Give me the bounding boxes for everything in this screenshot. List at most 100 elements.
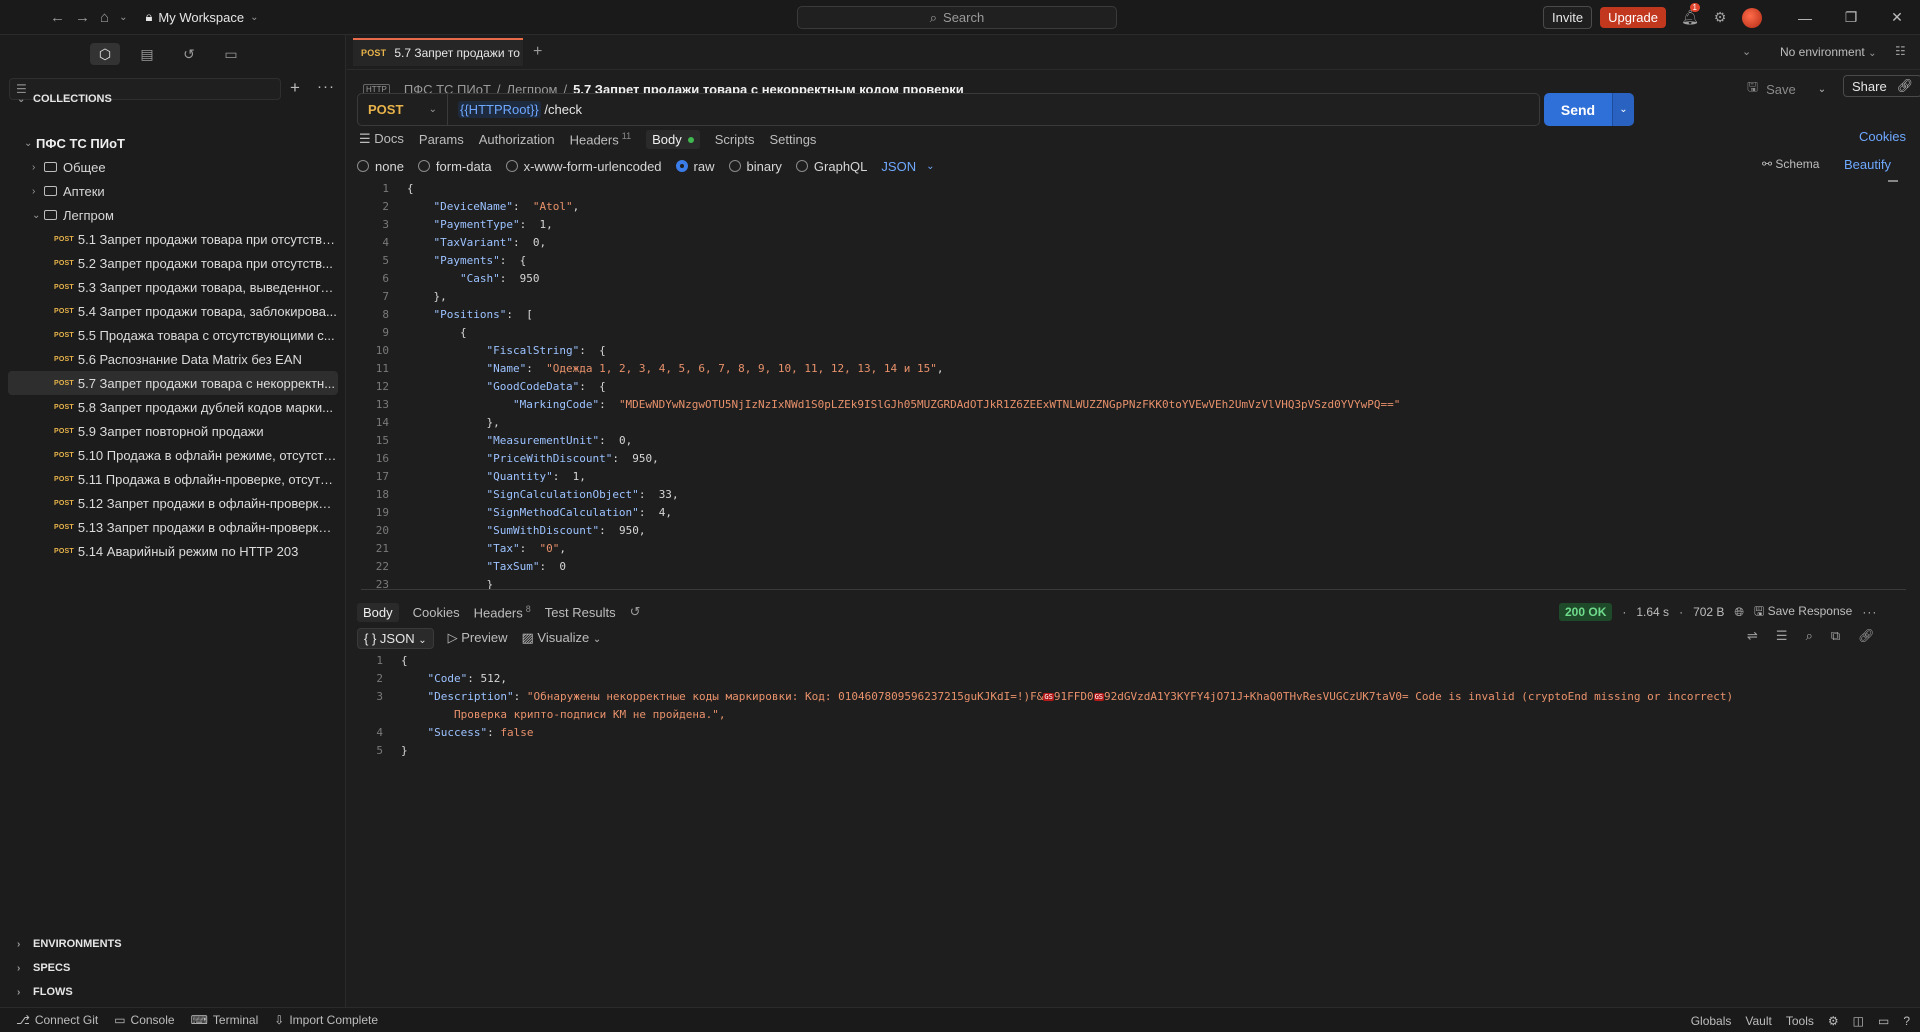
request-item-5-7[interactable]: POST 5.7 Запрет продажи товара с некоррек… xyxy=(8,371,338,395)
gear-icon[interactable]: ⚙ xyxy=(1708,9,1732,26)
environment-quick-look-icon[interactable]: ☷ xyxy=(1895,44,1906,58)
close-icon[interactable]: ✕ xyxy=(1874,9,1920,26)
add-collection-icon[interactable]: + xyxy=(290,78,300,98)
request-item-5-8[interactable]: POST 5.8 Запрет продажи дублей кодов марк… xyxy=(0,395,346,419)
visualize-button[interactable]: ▨ Visualize ⌄ xyxy=(521,630,601,646)
history-tab-icon[interactable]: ↺ xyxy=(174,43,204,65)
request-item-5-14[interactable]: POST 5.14 Аварийный режим по HTTP 203 xyxy=(0,539,346,563)
send-button[interactable]: Send xyxy=(1544,93,1612,126)
radio-urlencoded[interactable]: x-www-form-urlencoded xyxy=(505,159,662,174)
chevron-down-icon[interactable]: ⌄ xyxy=(1818,84,1826,95)
folder-item-apteki[interactable]: › Аптеки xyxy=(0,179,346,203)
vault-button[interactable]: Vault xyxy=(1745,1014,1771,1028)
share-button[interactable]: Share 🔗︎ xyxy=(1843,75,1920,97)
global-search[interactable]: ⌕ Search xyxy=(797,6,1117,29)
response-tab-body[interactable]: Body xyxy=(357,602,399,622)
tab-params[interactable]: Params xyxy=(419,132,464,147)
beautify-button[interactable]: Beautify xyxy=(1844,157,1891,172)
radio-graphql[interactable]: GraphQL xyxy=(795,159,867,174)
link-icon[interactable]: 🔗︎ xyxy=(1858,628,1875,644)
request-item-5-2[interactable]: POST 5.2 Запрет продажи товара при отсутс… xyxy=(0,251,346,275)
chevron-down-icon[interactable]: ⌄ xyxy=(1612,93,1634,126)
editor-scrollbar[interactable] xyxy=(1888,180,1898,182)
request-item-5-13[interactable]: POST 5.13 Запрет продажи в офлайн-проверк… xyxy=(0,515,346,539)
request-item-5-10[interactable]: POST 5.10 Продажа в офлайн режиме, отсутс… xyxy=(0,443,346,467)
request-item-5-11[interactable]: POST 5.11 Продажа в офлайн-проверке, отсу… xyxy=(0,467,346,491)
response-body-viewer[interactable]: 1{ 2 "Code": 512, 3 "Description": "Обна… xyxy=(355,652,1910,852)
response-format-select[interactable]: { } JSON ⌄ xyxy=(357,627,434,649)
tab-settings[interactable]: Settings xyxy=(769,132,816,147)
radio-form-data[interactable]: form-data xyxy=(417,159,492,174)
request-item-5-5[interactable]: POST 5.5 Продажа товара с отсутствующими … xyxy=(0,323,346,347)
request-item-5-6[interactable]: POST 5.6 Распознание Data Matrix без EAN xyxy=(0,347,346,371)
folder-item-obshchee[interactable]: › Общее xyxy=(0,155,346,179)
raw-format-select[interactable]: JSON ⌄ xyxy=(881,159,934,174)
specs-section[interactable]: › SPECS xyxy=(17,962,70,974)
chevron-down-icon[interactable]: ⌄ xyxy=(119,12,127,23)
radio-binary[interactable]: binary xyxy=(728,159,782,174)
link-icon[interactable]: 🔗︎ xyxy=(1897,78,1914,94)
preview-button[interactable]: ▷ Preview xyxy=(448,630,508,646)
folder-item-legprom[interactable]: ⌄ Легпром xyxy=(0,203,346,227)
response-tab-test-results[interactable]: Test Results xyxy=(545,605,616,620)
forward-arrow-icon[interactable]: → xyxy=(75,9,90,26)
import-complete-button[interactable]: ⇩ Import Complete xyxy=(274,1013,378,1027)
tab-authorization[interactable]: Authorization xyxy=(479,132,555,147)
tab-headers[interactable]: Headers 11 xyxy=(570,131,631,147)
layout-two-pane-icon[interactable]: ◫ xyxy=(1853,1014,1864,1028)
response-size[interactable]: 702 B xyxy=(1693,605,1724,619)
environments-tab-icon[interactable]: ▤ xyxy=(132,43,162,65)
method-select[interactable]: POST ⌄ xyxy=(358,94,448,125)
history-icon[interactable]: ↺ xyxy=(630,604,641,620)
copy-icon[interactable]: ⧉ xyxy=(1831,628,1840,644)
upgrade-button[interactable]: Upgrade xyxy=(1600,7,1666,28)
open-request-tab[interactable]: POST 5.7 Запрет продажи то xyxy=(353,38,523,66)
request-item-5-9[interactable]: POST 5.9 Запрет повторной продажи xyxy=(0,419,346,443)
request-body-editor[interactable]: 1{ 2 "DeviceName": "Atol", 3 "PaymentTyp… xyxy=(361,180,1906,590)
tab-docs[interactable]: ☰ Docs xyxy=(359,131,404,147)
invite-button[interactable]: Invite xyxy=(1543,6,1593,29)
environment-select[interactable]: No environment ⌄ xyxy=(1780,45,1876,59)
help-icon[interactable]: ? xyxy=(1903,1014,1910,1028)
request-item-5-1[interactable]: POST 5.1 Запрет продажи товара при отсутс… xyxy=(0,227,346,251)
tab-body[interactable]: Body xyxy=(646,129,700,149)
environments-section[interactable]: › ENVIRONMENTS xyxy=(17,938,122,950)
layout-bottom-pane-icon[interactable]: ▭ xyxy=(1878,1014,1889,1028)
globe-icon[interactable]: 🌐︎ xyxy=(1734,605,1744,620)
flows-section[interactable]: › FLOWS xyxy=(17,986,73,998)
avatar[interactable] xyxy=(1742,7,1762,28)
save-button[interactable]: 🖫︎ Save ⌄ xyxy=(1747,78,1826,100)
chevron-down-icon[interactable]: ⌄ xyxy=(1742,45,1751,58)
response-tab-headers[interactable]: Headers 8 xyxy=(474,604,531,620)
request-item-5-12[interactable]: POST 5.12 Запрет продажи в офлайн-проверк… xyxy=(0,491,346,515)
schema-button[interactable]: ⚯ Schema xyxy=(1762,157,1819,171)
response-time[interactable]: 1.64 s xyxy=(1636,605,1669,619)
console-button[interactable]: ▭ Console xyxy=(114,1013,174,1027)
back-arrow-icon[interactable]: ← xyxy=(50,9,65,26)
terminal-button[interactable]: ⌨ Terminal xyxy=(191,1013,259,1027)
cookies-link[interactable]: Cookies xyxy=(1859,129,1906,144)
status-badge[interactable]: 200 OK xyxy=(1559,603,1613,621)
radio-none[interactable]: none xyxy=(357,159,404,174)
wrap-lines-icon[interactable]: ⇌ xyxy=(1747,628,1758,644)
home-icon[interactable]: ⌂ xyxy=(100,9,109,26)
response-tab-cookies[interactable]: Cookies xyxy=(413,605,460,620)
collection-item[interactable]: ⌄ ПФС ТС ПИоТ xyxy=(0,131,346,155)
connect-git-button[interactable]: ⎇ Connect Git xyxy=(16,1013,98,1027)
workspace-switcher[interactable]: 🔒︎ My Workspace ⌄ xyxy=(145,9,258,25)
settings-icon[interactable]: ⚙ xyxy=(1828,1014,1839,1028)
search-icon[interactable]: ⌕ xyxy=(1806,628,1813,644)
tab-scripts[interactable]: Scripts xyxy=(715,132,755,147)
restore-icon[interactable]: ❐ xyxy=(1828,9,1874,26)
tools-button[interactable]: Tools xyxy=(1786,1014,1814,1028)
globals-button[interactable]: Globals xyxy=(1691,1014,1732,1028)
more-options-icon[interactable]: ··· xyxy=(1862,605,1877,619)
more-options-icon[interactable]: ··· xyxy=(317,78,335,95)
collections-section[interactable]: ⌄ COLLECTIONS xyxy=(17,93,112,105)
radio-raw[interactable]: raw xyxy=(675,159,715,174)
minimize-icon[interactable]: — xyxy=(1782,10,1828,26)
bell-icon[interactable]: 🔔︎ 1 xyxy=(1678,3,1702,26)
request-item-5-4[interactable]: POST 5.4 Запрет продажи товара, заблокиро… xyxy=(0,299,346,323)
filter-icon[interactable]: ☰ xyxy=(1776,628,1788,644)
request-item-5-3[interactable]: POST 5.3 Запрет продажи товара, выведенно… xyxy=(0,275,346,299)
